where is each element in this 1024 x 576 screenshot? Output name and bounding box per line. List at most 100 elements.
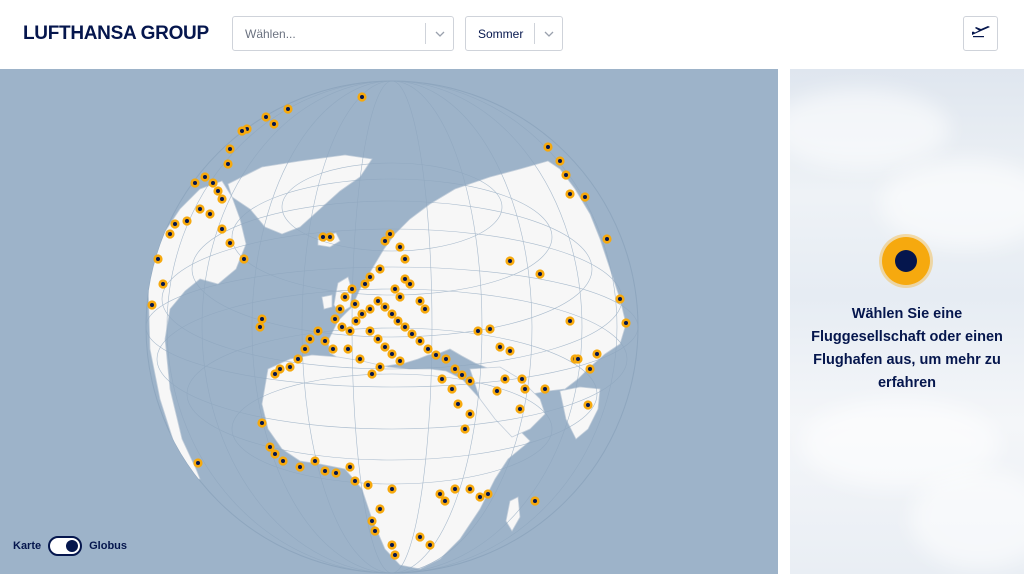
airport-marker-center — [468, 412, 472, 416]
airport-marker-center — [368, 329, 372, 333]
header: LUFTHANSA GROUP Wählen... Sommer — [0, 0, 1024, 68]
airport-marker-center — [583, 195, 587, 199]
airport-marker-center — [298, 465, 302, 469]
map-panel[interactable]: Karte Globus — [0, 69, 778, 574]
airport-marker-center — [393, 287, 397, 291]
airline-select[interactable]: Wählen... — [232, 16, 454, 51]
airport-marker-center — [286, 107, 290, 111]
airport-marker-center — [150, 303, 154, 307]
flight-mode-button[interactable] — [963, 16, 998, 51]
airport-marker-center — [240, 129, 244, 133]
airport-marker-center — [383, 305, 387, 309]
airport-marker-center — [316, 329, 320, 333]
airport-marker-center — [440, 377, 444, 381]
airport-marker-center — [278, 367, 282, 371]
plane-icon — [971, 24, 991, 43]
airport-marker-center — [586, 403, 590, 407]
airport-marker-center — [518, 407, 522, 411]
airport-marker-center — [438, 492, 442, 496]
airport-marker-center — [260, 421, 264, 425]
airport-marker-center — [220, 197, 224, 201]
globe[interactable] — [0, 69, 778, 574]
airport-marker-center — [618, 297, 622, 301]
view-toggle: Karte Globus — [13, 536, 127, 556]
airport-marker-center — [398, 359, 402, 363]
airport-marker-center — [398, 245, 402, 249]
airport-marker-center — [478, 495, 482, 499]
airport-marker-center — [211, 181, 215, 185]
airport-marker-center — [228, 147, 232, 151]
airport-marker-center — [272, 122, 276, 126]
airport-marker-center — [428, 543, 432, 547]
airport-marker-center — [403, 325, 407, 329]
airport-marker-center — [468, 487, 472, 491]
airport-marker-center — [323, 469, 327, 473]
airport-marker-center — [460, 373, 464, 377]
airport-marker-center — [161, 282, 165, 286]
airport-marker-center — [198, 207, 202, 211]
airport-marker-center — [543, 387, 547, 391]
airport-marker-center — [388, 232, 392, 236]
airport-marker-center — [533, 499, 537, 503]
airport-marker-center — [453, 367, 457, 371]
airport-marker-center — [443, 499, 447, 503]
airport-marker-center — [358, 357, 362, 361]
airport-marker-center — [343, 295, 347, 299]
cloud-decoration — [880, 159, 1024, 249]
airport-marker-center — [503, 377, 507, 381]
airport-marker-center — [418, 535, 422, 539]
airport-marker-center — [353, 479, 357, 483]
airport-marker-center — [273, 452, 277, 456]
airport-marker-center — [383, 345, 387, 349]
airport-marker-center — [366, 483, 370, 487]
brand-logo[interactable]: LUFTHANSA GROUP — [23, 23, 209, 45]
airport-marker-center — [426, 347, 430, 351]
chevron-down-icon[interactable] — [426, 17, 453, 50]
toggle-label-globe[interactable]: Globus — [89, 540, 127, 552]
airport-marker-center — [605, 237, 609, 241]
airport-marker-center — [383, 239, 387, 243]
airport-marker-center — [498, 345, 502, 349]
airport-marker-center — [296, 357, 300, 361]
airport-marker-center — [396, 319, 400, 323]
airport-marker-center — [403, 277, 407, 281]
info-message: Wählen Sie eine Fluggesellschaft oder ei… — [811, 306, 1003, 391]
airport-marker-center — [508, 259, 512, 263]
airport-marker-center — [348, 329, 352, 333]
airport-marker-center — [408, 282, 412, 286]
airport-marker-center — [323, 339, 327, 343]
airport-marker-center — [354, 319, 358, 323]
airport-marker-center — [303, 347, 307, 351]
airport-marker-center — [523, 387, 527, 391]
airport-marker-center — [196, 461, 200, 465]
airport-marker-center — [370, 372, 374, 376]
airport-marker-center — [546, 145, 550, 149]
airport-marker-center — [486, 492, 490, 496]
airport-marker-center — [403, 257, 407, 261]
airport-marker-center — [418, 299, 422, 303]
airport-marker-center — [624, 321, 628, 325]
airport-marker-center — [410, 332, 414, 336]
airport-marker-center — [173, 222, 177, 226]
season-select[interactable]: Sommer — [465, 16, 563, 51]
airport-marker-center — [398, 295, 402, 299]
airport-marker-center — [568, 192, 572, 196]
view-mode-switch[interactable] — [48, 536, 83, 556]
airport-marker-center — [216, 189, 220, 193]
airport-marker-center — [418, 339, 422, 343]
airport-marker-center — [203, 175, 207, 179]
airport-marker-center — [353, 302, 357, 306]
airport-marker-center — [568, 319, 572, 323]
airport-marker-center — [444, 357, 448, 361]
airport-marker-center — [338, 307, 342, 311]
airport-marker-center — [273, 372, 277, 376]
airport-marker-center — [588, 367, 592, 371]
airport-marker-center — [331, 347, 335, 351]
airport-marker-center — [360, 312, 364, 316]
airport-marker-center — [508, 349, 512, 353]
chevron-down-icon[interactable] — [535, 17, 562, 50]
airport-marker-center — [228, 241, 232, 245]
toggle-label-map[interactable]: Karte — [13, 540, 41, 552]
airport-marker-center — [328, 235, 332, 239]
airport-marker-center — [220, 227, 224, 231]
